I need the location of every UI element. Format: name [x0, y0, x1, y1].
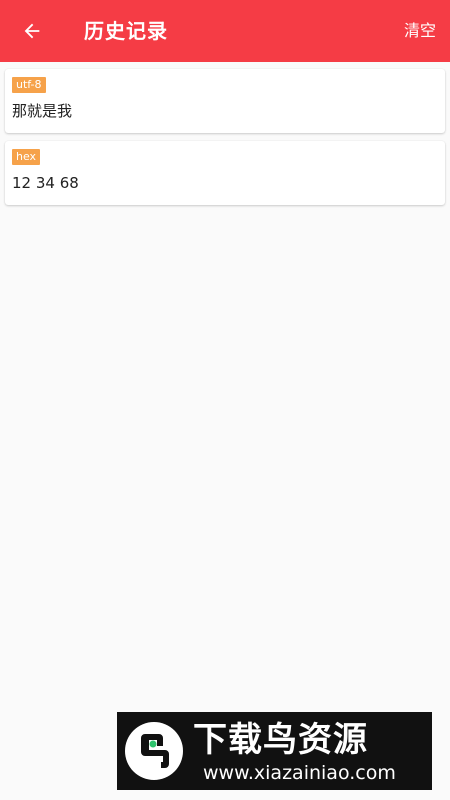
bird-logo-icon [125, 722, 183, 780]
watermark-url: www.xiazainiao.com [203, 762, 396, 784]
encoding-badge: utf-8 [12, 77, 46, 93]
clear-button[interactable]: 清空 [404, 20, 436, 42]
history-item[interactable]: hex 12 34 68 [5, 141, 445, 205]
back-button[interactable] [14, 13, 50, 49]
history-content: 那就是我 [12, 102, 73, 120]
watermark-brand: 下载鸟资源 [193, 720, 368, 760]
watermark: 下载鸟资源 www.xiazainiao.com [117, 712, 432, 790]
app-screen: 历史记录 清空 utf-8 那就是我 hex 12 34 68 下载鸟资源 ww… [0, 0, 450, 800]
encoding-badge: hex [12, 149, 41, 165]
history-list: utf-8 那就是我 hex 12 34 68 [5, 69, 445, 213]
history-content: 12 34 68 [12, 174, 79, 192]
page-title: 历史记录 [84, 19, 168, 43]
toolbar: 历史记录 清空 [0, 0, 450, 62]
history-item[interactable]: utf-8 那就是我 [5, 69, 445, 133]
arrow-left-icon [24, 23, 40, 39]
